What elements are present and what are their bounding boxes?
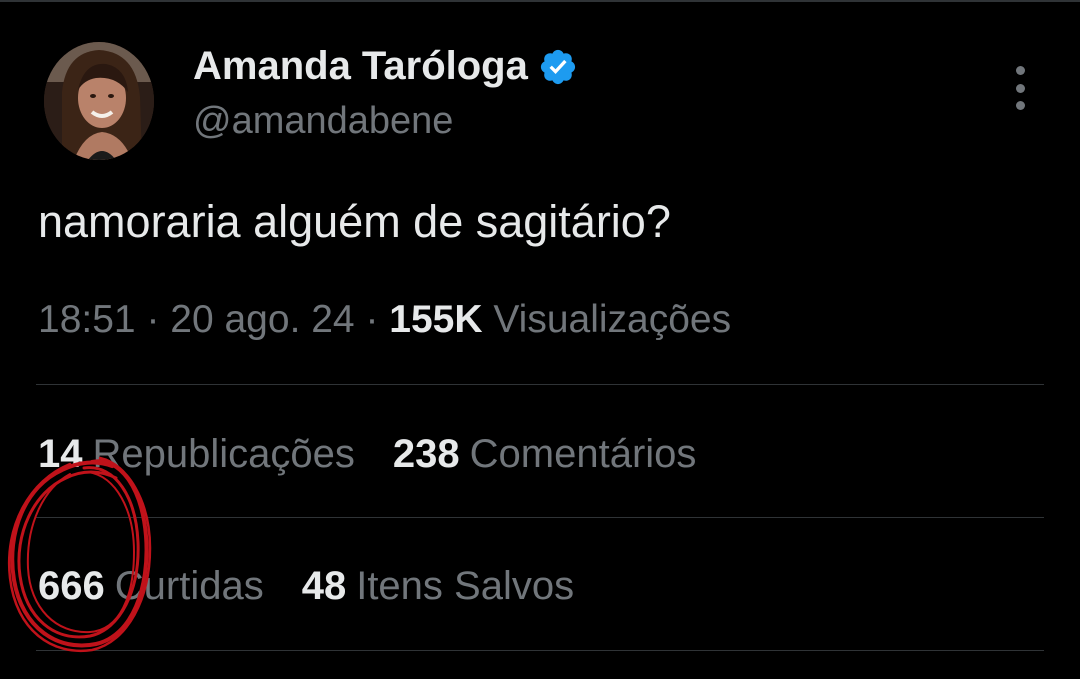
meta-separator: · (135, 298, 171, 341)
user-handle[interactable]: @amandabene (193, 100, 453, 143)
likes-stat[interactable]: 666 Curtidas (38, 564, 264, 609)
saves-count: 48 (301, 564, 347, 608)
tweet-date[interactable]: 20 ago. 24 (170, 298, 354, 341)
saves-stat[interactable]: 48 Itens Salvos (302, 564, 574, 609)
reposts-stat[interactable]: 14 Republicações (38, 432, 355, 477)
likes-label: Curtidas (114, 564, 264, 608)
more-dot (1015, 66, 1025, 75)
tweet-time[interactable]: 18:51 (38, 298, 136, 341)
reposts-count: 14 (38, 432, 83, 476)
reposts-label: Republicações (92, 432, 355, 476)
avatar[interactable] (44, 42, 154, 160)
tweet-meta: 18:51 · 20 ago. 24 · 155K Visualizações (38, 298, 731, 342)
more-dot (1015, 83, 1025, 93)
saves-label: Itens Salvos (356, 564, 575, 608)
likes-count: 666 (38, 564, 105, 608)
stats-row-2: 666 Curtidas 48 Itens Salvos (38, 564, 574, 609)
display-name-text: Amanda Taróloga (193, 44, 528, 88)
comments-label: Comentários (469, 432, 697, 476)
more-options-icon[interactable] (1004, 66, 1036, 110)
more-dot (1015, 101, 1025, 110)
views-count: 155K (389, 298, 483, 341)
display-name[interactable]: Amanda Taróloga (193, 44, 578, 89)
divider (36, 517, 1044, 518)
divider (36, 384, 1044, 385)
tweet-text: namoraria alguém de sagitário? (38, 196, 671, 247)
verified-badge-icon (540, 49, 575, 84)
profile-photo (44, 42, 154, 160)
top-divider (0, 0, 1080, 2)
views-label: Visualizações (493, 298, 732, 341)
comments-count: 238 (392, 432, 460, 476)
meta-separator: · (354, 298, 390, 341)
divider (36, 650, 1044, 651)
comments-stat[interactable]: 238 Comentários (393, 432, 697, 477)
stats-row-1: 14 Republicações 238 Comentários (38, 432, 696, 477)
